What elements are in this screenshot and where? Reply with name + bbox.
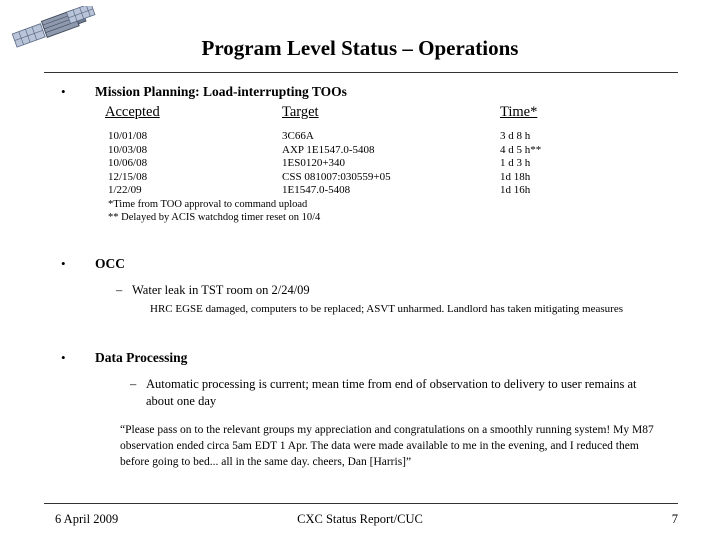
occ-sub-text: Water leak in TST room on 2/24/09 (132, 283, 310, 297)
cell-time: 1d 18h (500, 170, 531, 183)
table-note-time: *Time from TOO approval to command uploa… (108, 198, 308, 210)
cell-target: AXP 1E1547.0-5408 (282, 143, 375, 156)
footer-divider (44, 503, 678, 504)
dash-marker: – (116, 283, 123, 297)
footer-page-number: 7 (671, 512, 678, 526)
table-row: 10/03/08 AXP 1E1547.0-5408 4 d 5 h** (100, 144, 680, 158)
slide-title: Program Level Status – Operations (201, 36, 519, 60)
bullet-mission-planning: • Mission Planning: Load-interrupting TO… (61, 84, 347, 100)
table-row: 10/01/08 3C66A 3 d 8 h (100, 130, 680, 144)
cell-target: CSS 081007:030559+05 (282, 170, 391, 183)
column-header-time: Time* (500, 104, 538, 120)
too-table-header: Accepted Target Time* (100, 104, 680, 124)
occ-sub-bullet: – Water leak in TST room on 2/24/09 (116, 283, 652, 298)
cell-time: 4 d 5 h** (500, 143, 542, 156)
cell-accepted: 10/03/08 (108, 143, 148, 156)
user-quote: “Please pass on to the relevant groups m… (120, 424, 654, 468)
occ-heading: OCC (95, 256, 125, 271)
title-divider (44, 72, 678, 73)
mission-planning-heading: Mission Planning: Load-interrupting TOOs (95, 84, 347, 99)
cell-accepted: 12/15/08 (108, 170, 148, 183)
slide: Program Level Status – Operations • Miss… (0, 0, 720, 540)
cell-target: 3C66A (282, 130, 314, 142)
column-header-target: Target (282, 104, 319, 120)
bullet-marker: • (61, 350, 66, 365)
data-processing-sub-bullet: – Automatic processing is current; mean … (130, 376, 666, 410)
data-processing-sub-text: Automatic processing is current; mean ti… (146, 377, 637, 408)
occ-detail-text: HRC EGSE damaged, computers to be replac… (150, 303, 623, 315)
table-row: 10/06/08 1ES0120+340 1 d 3 h (100, 157, 680, 171)
cell-time: 1d 16h (500, 184, 531, 196)
cell-time: 1 d 3 h (500, 157, 531, 169)
cell-target: 1E1547.0-5408 (282, 184, 351, 196)
cell-accepted: 1/22/09 (108, 184, 142, 196)
bullet-data-processing: • Data Processing (61, 350, 188, 366)
table-note-delay: ** Delayed by ACIS watchdog timer reset … (108, 212, 321, 224)
table-row: 1/22/09 1E1547.0-5408 1d 16h (100, 184, 680, 198)
cell-accepted: 10/01/08 (108, 130, 148, 142)
bullet-marker: • (61, 84, 66, 99)
bullet-occ: • OCC (61, 256, 125, 272)
column-header-accepted: Accepted (105, 104, 160, 120)
dash-marker: – (130, 377, 137, 391)
data-processing-heading: Data Processing (95, 350, 188, 365)
footer-title: CXC Status Report/CUC (297, 512, 423, 526)
cell-accepted: 10/06/08 (108, 157, 148, 169)
cell-target: 1ES0120+340 (282, 157, 346, 169)
bullet-marker: • (61, 256, 66, 271)
too-table: Accepted Target Time* 10/01/08 3C66A 3 d… (100, 104, 680, 225)
table-row: 12/15/08 CSS 081007:030559+05 1d 18h (100, 171, 680, 185)
cell-time: 3 d 8 h (500, 130, 531, 142)
